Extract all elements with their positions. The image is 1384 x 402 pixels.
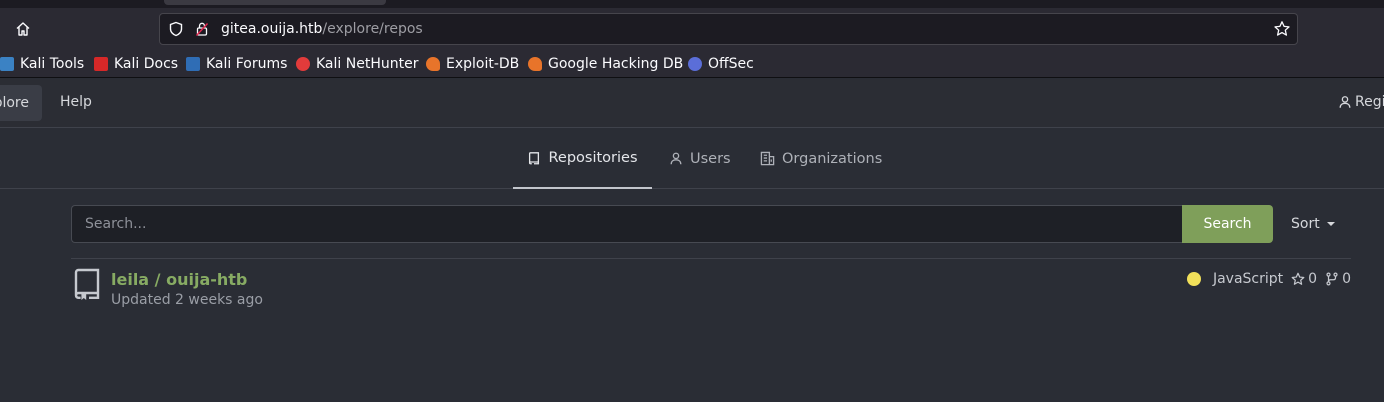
language-color-dot [1186, 272, 1201, 286]
kali-tools-icon [0, 57, 14, 71]
repo-name-link[interactable]: leila / ouija-htb [111, 270, 247, 289]
exploit-db-icon [426, 57, 440, 71]
home-icon [16, 22, 30, 36]
repo-language: JavaScript [1212, 271, 1284, 287]
tab-users[interactable]: Users [669, 129, 731, 188]
search-button[interactable]: Search [1182, 205, 1273, 243]
gitea-navbar: Explore Help Register [0, 79, 1384, 128]
bookmark-kali-tools[interactable]: Kali Tools [0, 54, 84, 74]
search-form: Search [71, 205, 1273, 243]
browser-toolbar: gitea.ouija.htb/explore/repos [0, 8, 1384, 50]
insecure-lock-icon[interactable] [194, 21, 210, 37]
star-icon [1291, 272, 1305, 285]
list-divider [71, 258, 1351, 259]
offsec-icon [688, 57, 702, 71]
repo-icon [74, 268, 100, 300]
bookmark-google-hacking-db[interactable]: Google Hacking DB [528, 54, 683, 74]
url-bar[interactable]: gitea.ouija.htb/explore/repos [159, 13, 1298, 45]
person-icon [670, 152, 682, 165]
shield-icon[interactable] [168, 21, 184, 37]
browser-tab[interactable] [164, 0, 386, 5]
repo-forks[interactable]: 0 [1325, 271, 1351, 287]
sort-dropdown[interactable]: Sort [1291, 216, 1335, 232]
browser-tab-strip [0, 0, 1384, 8]
repo-updated-time: Updated 2 weeks ago [111, 292, 263, 308]
repo-meta: JavaScript 0 0 [1186, 271, 1351, 287]
explore-tabs: Repositories Users Organizations [0, 129, 1384, 189]
bookmark-kali-docs[interactable]: Kali Docs [94, 54, 178, 74]
url-text[interactable]: gitea.ouija.htb/explore/repos [221, 21, 423, 37]
nav-explore[interactable]: Explore [0, 85, 42, 121]
caret-down-icon [1326, 222, 1335, 226]
tab-repositories[interactable]: Repositories [513, 129, 652, 189]
search-input[interactable] [71, 205, 1182, 243]
google-hacking-db-icon [528, 57, 542, 71]
kali-nethunter-icon [296, 57, 310, 71]
bookmark-kali-forums[interactable]: Kali Forums [186, 54, 287, 74]
bookmark-offsec[interactable]: OffSec [688, 54, 754, 74]
url-path: /explore/repos [322, 21, 423, 37]
repo-icon [529, 151, 540, 164]
organization-icon [760, 151, 775, 166]
url-host: gitea.ouija.htb [221, 21, 323, 37]
tab-organizations[interactable]: Organizations [760, 129, 882, 188]
person-icon [1339, 96, 1351, 108]
kali-docs-icon [94, 57, 108, 71]
bookmark-kali-nethunter[interactable]: Kali NetHunter [296, 54, 418, 74]
repo-stars[interactable]: 0 [1291, 271, 1317, 287]
kali-forums-icon [186, 57, 200, 71]
nav-help[interactable]: Help [60, 94, 92, 110]
fork-icon [1326, 272, 1338, 286]
home-button[interactable] [10, 17, 36, 41]
bookmarks-toolbar: Kali Tools Kali Docs Kali Forums Kali Ne… [0, 50, 1384, 78]
bookmark-star-icon[interactable] [1273, 20, 1291, 38]
nav-register[interactable]: Register [1338, 94, 1384, 110]
bookmark-exploit-db[interactable]: Exploit-DB [426, 54, 519, 74]
repo-list-item: leila / ouija-htb Updated 2 weeks ago Ja… [71, 268, 1351, 312]
